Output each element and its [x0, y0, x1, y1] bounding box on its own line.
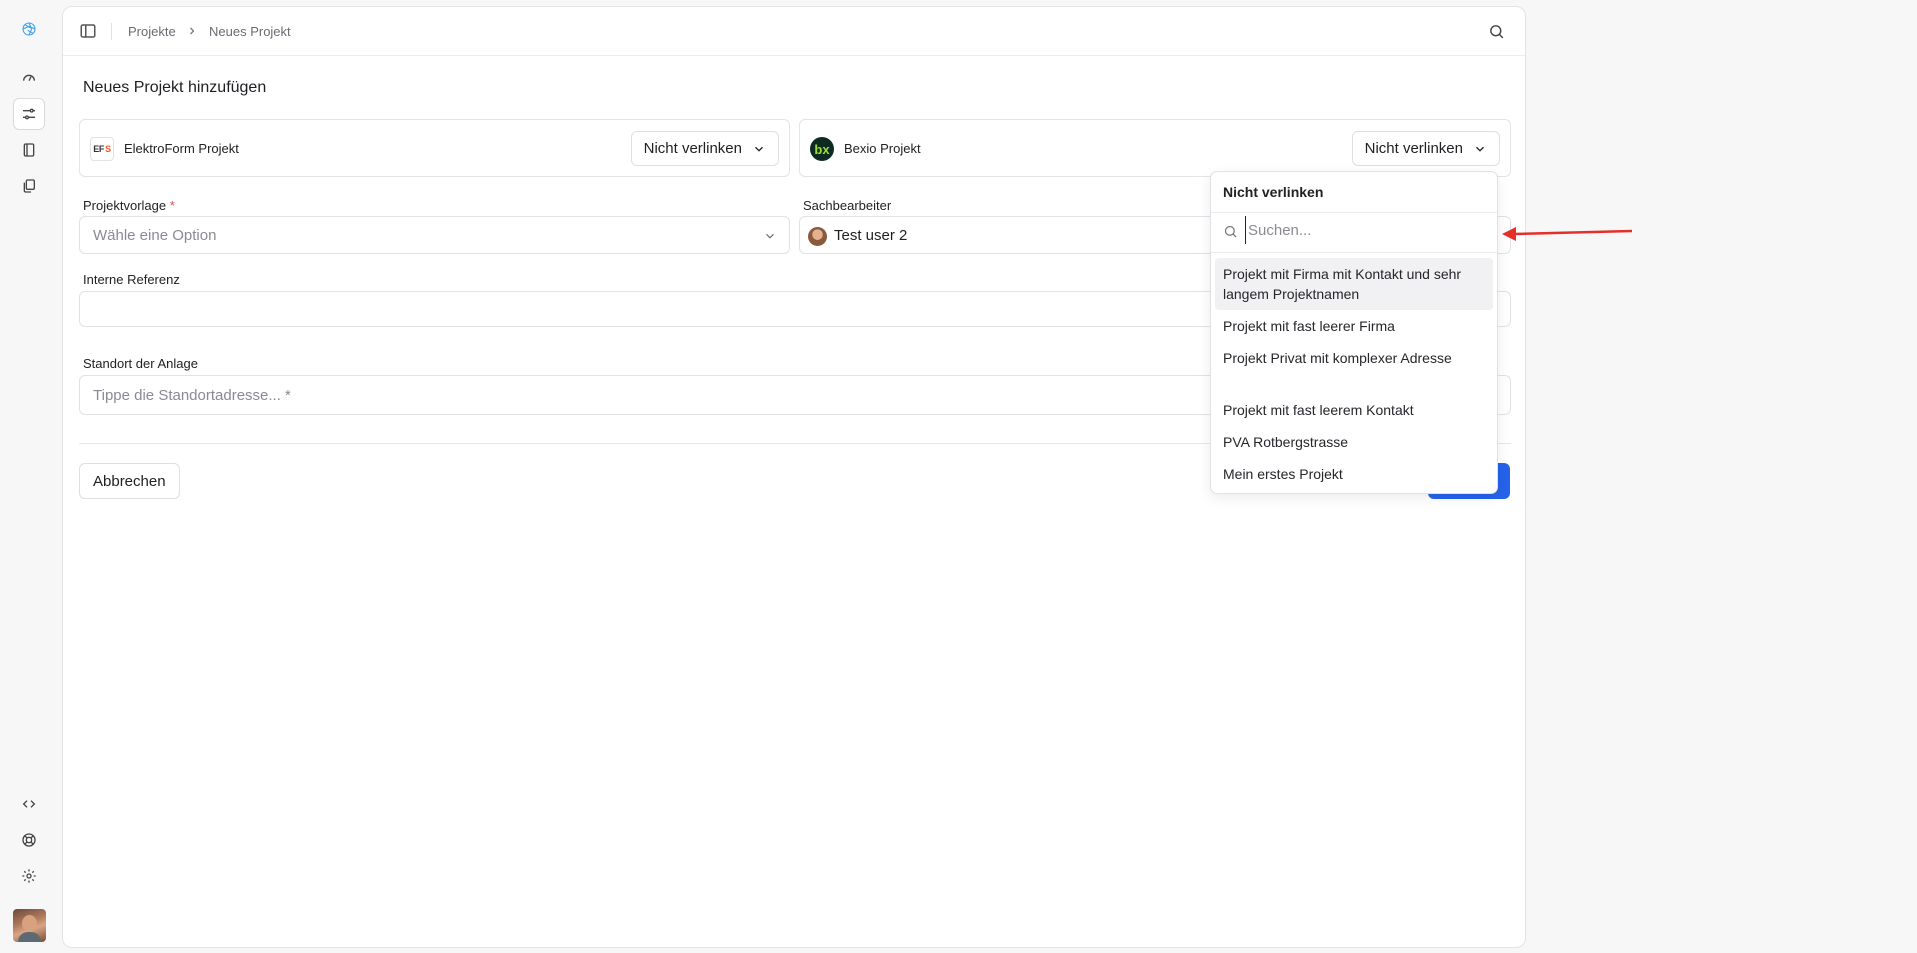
interne-referenz-label: Interne Referenz — [83, 272, 180, 287]
settings-icon[interactable] — [13, 860, 45, 892]
dashboard-icon[interactable] — [13, 62, 45, 94]
dropdown-option[interactable]: Mein erstes Projekt — [1215, 458, 1493, 490]
link-project-dropdown: Nicht verlinken Projekt mit Firma mit Ko… — [1210, 171, 1498, 494]
cancel-button[interactable]: Abbrechen — [79, 463, 180, 499]
divider — [1211, 252, 1497, 253]
elektroform-label: ElektroForm Projekt — [124, 141, 239, 156]
elektroform-link-select[interactable]: Nicht verlinken — [630, 131, 779, 166]
elektroform-logo: EF S — [90, 137, 114, 161]
standort-label: Standort der Anlage — [83, 356, 198, 371]
select-value: Nicht verlinken — [643, 140, 742, 157]
sidebar — [0, 0, 60, 953]
standort-placeholder: Tippe die Standortadresse... * — [93, 387, 291, 404]
sidebar-toggle-icon[interactable] — [79, 22, 97, 40]
projektvorlage-placeholder: Wähle eine Option — [93, 227, 217, 244]
dropdown-option[interactable]: Projekt mit Firma mit Kontakt und sehr l… — [1215, 258, 1493, 310]
code-icon[interactable] — [13, 788, 45, 820]
projektvorlage-label: Projektvorlage * — [83, 198, 175, 213]
user-avatar[interactable] — [13, 909, 46, 942]
elektroform-link-card: EF S ElektroForm Projekt Nicht verlinken — [79, 119, 790, 177]
divider — [1211, 212, 1497, 213]
chevron-down-icon — [766, 233, 774, 239]
dropdown-option[interactable]: PVA Rotbergstrasse — [1215, 426, 1493, 458]
annotation-arrow-icon — [1502, 227, 1633, 241]
book-icon[interactable] — [13, 134, 45, 166]
select-value: Nicht verlinken — [1364, 140, 1463, 157]
required-marker: * — [169, 198, 175, 213]
help-icon[interactable] — [13, 824, 45, 856]
page-title: Neues Projekt hinzufügen — [83, 79, 267, 96]
documents-icon[interactable] — [13, 170, 45, 202]
app-logo-icon[interactable] — [13, 13, 45, 45]
bexio-link-card: bx Bexio Projekt Nicht verlinken — [799, 119, 1511, 177]
breadcrumb-projekte[interactable]: Projekte — [128, 24, 176, 39]
bexio-logo: bx — [810, 137, 834, 161]
search-icon — [1224, 225, 1237, 238]
user-avatar-small — [808, 227, 827, 246]
projects-icon[interactable] — [13, 98, 45, 130]
label-text: Projektvorlage — [83, 198, 167, 213]
sachbearbeiter-label: Sachbearbeiter — [803, 198, 892, 213]
bexio-label: Bexio Projekt — [844, 141, 921, 156]
chevron-right-icon — [190, 27, 195, 35]
dropdown-search-input[interactable] — [1245, 216, 1485, 244]
dropdown-option[interactable]: Projekt Privat mit komplexer Adresse — [1215, 342, 1493, 374]
sachbearbeiter-value: Test user 2 — [834, 227, 908, 244]
chevron-down-icon — [1476, 146, 1484, 152]
dropdown-option[interactable]: Projekt mit fast leerer Firma — [1215, 310, 1493, 342]
bexio-link-select[interactable]: Nicht verlinken — [1351, 131, 1500, 166]
top-bar: Projekte Neues Projekt — [63, 7, 1525, 56]
dropdown-header[interactable]: Nicht verlinken — [1223, 184, 1323, 200]
projektvorlage-select[interactable]: Wähle eine Option — [79, 216, 790, 254]
search-icon[interactable] — [1488, 23, 1505, 40]
chevron-down-icon — [755, 146, 763, 152]
dropdown-option[interactable]: Projekt mit fast leerem Kontakt — [1215, 394, 1493, 426]
divider — [111, 23, 112, 40]
breadcrumb-current: Neues Projekt — [209, 24, 291, 39]
